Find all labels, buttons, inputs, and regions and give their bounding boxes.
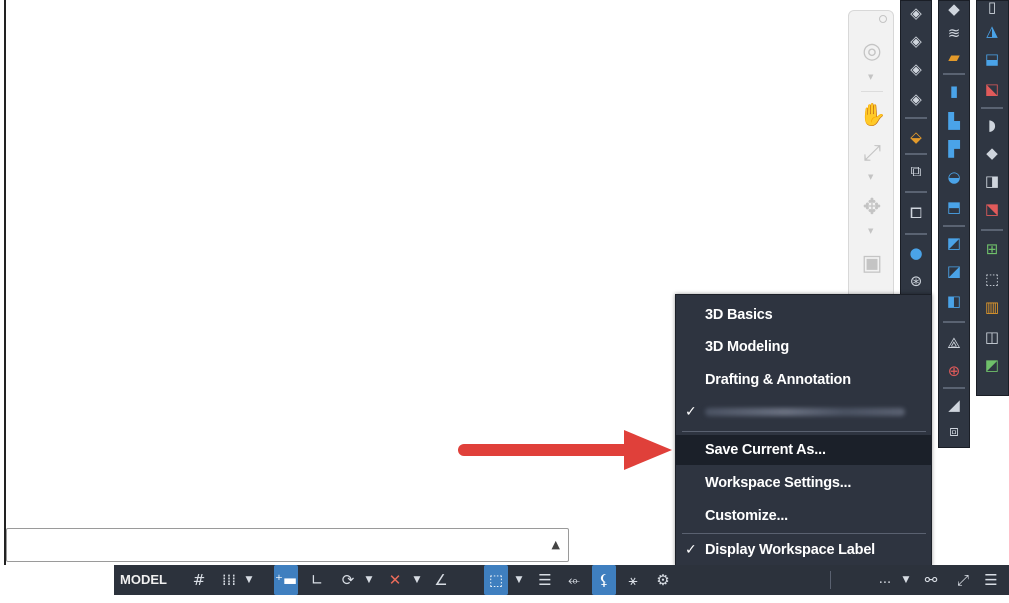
viewport-icon[interactable]: ⧉ — [904, 159, 928, 183]
box-icon[interactable]: ▯ — [980, 0, 1004, 19]
object-snap-tracking-icon[interactable]: ∠ — [430, 565, 452, 595]
view-cube-icon[interactable]: ◈ — [904, 57, 928, 81]
section-plane-icon[interactable]: ⊕ — [942, 359, 966, 383]
imprint-icon[interactable]: ⬔ — [980, 197, 1004, 221]
3d-align-icon[interactable]: ⧈ — [942, 419, 966, 443]
grid-icon[interactable]: # — [188, 565, 210, 595]
menu-icon[interactable]: ☰ — [980, 565, 1002, 595]
convert-solid-icon[interactable]: ⬚ — [980, 267, 1004, 291]
lineweight-icon[interactable]: ☰ — [534, 565, 556, 595]
menu-item-workspace-settings[interactable]: Workspace Settings... — [676, 468, 931, 498]
menu-item-3d-basics[interactable]: 3D Basics — [676, 300, 931, 330]
pan-icon[interactable]: ✋ — [859, 103, 886, 129]
view-cube-icon[interactable]: ◈ — [904, 29, 928, 53]
chevron-down-icon[interactable]: ▼ — [868, 227, 873, 235]
menu-item-drafting-annotation[interactable]: Drafting & Annotation — [676, 365, 931, 395]
checkmark-icon: ✓ — [685, 542, 697, 558]
sweep-icon[interactable]: ▛ — [942, 137, 966, 161]
status-bar: MODEL # ⁞⁞⁞ ▼ ⁺▬ ∟ ⟳ ▼ ✕ ▼ ∠ ⬚ ▼ ☰ ⬰ ⚸ ⚹… — [0, 565, 1009, 603]
fullscreen-icon[interactable]: ⤢ — [952, 565, 974, 595]
separate-icon[interactable]: ⬕ — [980, 77, 1004, 101]
visual-style-icon[interactable]: ● — [904, 241, 928, 265]
nav-close-icon[interactable] — [879, 15, 887, 23]
chamfer-edge-icon[interactable]: ◆ — [980, 141, 1004, 165]
chevron-down-icon[interactable]: ▼ — [242, 565, 256, 595]
chevron-up-icon[interactable]: ▲ — [552, 538, 560, 551]
workspace-gear-icon[interactable]: ⚙ — [652, 565, 674, 595]
chevron-down-icon[interactable]: ▼ — [362, 565, 376, 595]
presspull-icon[interactable]: ▙ — [942, 109, 966, 133]
fillet-edge-icon[interactable]: ◗ — [980, 113, 1004, 137]
zoom-extents-icon[interactable]: ⤢ — [859, 141, 885, 167]
solid-icon[interactable]: ◆ — [942, 0, 966, 21]
orbit-icon[interactable]: ✥ — [859, 195, 885, 221]
tool-palette-modeling: ◆ ≋ ▰ ▮ ▙ ▛ ◒ ⬒ ◩ ◪ ◧ ⟁ ⊕ ◢ ⧈ — [938, 0, 970, 448]
render-icon[interactable]: ⊛ — [904, 269, 928, 293]
polar-icon[interactable]: ⟳ — [336, 565, 360, 595]
extrude-icon[interactable]: ▮ — [942, 79, 966, 103]
workspace-menu: 3D Basics 3D Modeling Drafting & Annotat… — [675, 294, 932, 566]
union-icon[interactable]: ◩ — [942, 231, 966, 255]
helix-icon[interactable]: ≋ — [942, 21, 966, 45]
offset-edge-icon[interactable]: ◩ — [980, 353, 1004, 377]
gizmo-icon[interactable]: ⟁ — [942, 331, 966, 355]
add-vertex-icon[interactable]: ⊞ — [980, 237, 1004, 261]
isodraft-icon[interactable]: ✕ — [384, 565, 406, 595]
selection-cycling-icon[interactable]: ⚸ — [592, 565, 616, 595]
redacted-workspace-name — [705, 408, 905, 416]
checkmark-icon: ✓ — [685, 404, 697, 420]
loft-icon[interactable]: ⬒ — [942, 195, 966, 219]
chevron-down-icon[interactable]: ▼ — [868, 173, 873, 181]
layout-icon[interactable]: ⧠ — [904, 201, 928, 225]
steering-wheel-icon[interactable]: ◎ — [859, 39, 885, 65]
chevron-down-icon[interactable]: ▼ — [900, 565, 912, 595]
command-line[interactable]: ▲ — [6, 528, 569, 562]
menu-item-save-current-as[interactable]: Save Current As... — [676, 435, 931, 465]
transparency-icon[interactable]: ⬰ — [562, 565, 586, 595]
menu-item-current-workspace[interactable]: ✓ — [676, 397, 931, 427]
wedge-icon[interactable]: ◮ — [980, 19, 1004, 43]
extract-edges-icon[interactable]: ◫ — [980, 325, 1004, 349]
slice-icon[interactable]: ◨ — [980, 169, 1004, 193]
flatshot-icon[interactable]: ◢ — [942, 393, 966, 417]
chevron-down-icon[interactable]: ▼ — [512, 565, 526, 595]
snap-icon[interactable]: ⁞⁞⁞ — [218, 565, 240, 595]
status-bar-tray: MODEL # ⁞⁞⁞ ▼ ⁺▬ ∟ ⟳ ▼ ✕ ▼ ∠ ⬚ ▼ ☰ ⬰ ⚸ ⚹… — [114, 565, 1009, 595]
revolve-icon[interactable]: ◒ — [942, 165, 966, 189]
menu-item-customize[interactable]: Customize... — [676, 501, 931, 531]
tool-palette-editing: ▯ ◮ ⬓ ⬕ ◗ ◆ ◨ ⬔ ⊞ ⬚ ▥ ◫ ◩ — [976, 0, 1009, 396]
chevron-down-icon[interactable]: ▼ — [410, 565, 424, 595]
camera-icon[interactable]: ⬙ — [904, 125, 928, 149]
menu-item-3d-modeling[interactable]: 3D Modeling — [676, 332, 931, 362]
ortho-icon[interactable]: ∟ — [306, 565, 328, 595]
tool-palette-view: ◈ ◈ ◈ ◈ ⬙ ⧉ ⧠ ● ⊛ — [900, 0, 932, 300]
annotation-monitor-icon[interactable]: ⚹ — [622, 565, 644, 595]
customize-icon[interactable]: ⚯ — [920, 565, 942, 595]
planar-surface-icon[interactable]: ▰ — [942, 45, 966, 69]
navigation-bar: ◎ ▼ ✋ ⤢ ▼ ✥ ▼ ▣ — [848, 10, 894, 300]
view-cube-icon[interactable]: ◈ — [904, 1, 928, 25]
menu-item-display-workspace-label[interactable]: ✓ Display Workspace Label — [676, 535, 931, 565]
showmotion-icon[interactable]: ▣ — [859, 251, 885, 277]
intersect-icon[interactable]: ◧ — [942, 289, 966, 313]
dynamic-input-icon[interactable]: ⁺▬ — [274, 565, 298, 595]
thicken-icon[interactable]: ▥ — [980, 295, 1004, 319]
chevron-down-icon[interactable]: ▼ — [868, 73, 873, 81]
more-tools-button[interactable]: ... — [870, 565, 900, 595]
view-cube-icon[interactable]: ◈ — [904, 87, 928, 111]
model-space-button[interactable]: MODEL — [120, 565, 167, 595]
shell-icon[interactable]: ⬓ — [980, 47, 1004, 71]
annotation-arrow — [458, 430, 672, 470]
subtract-icon[interactable]: ◪ — [942, 259, 966, 283]
object-snap-icon[interactable]: ⬚ — [484, 565, 508, 595]
